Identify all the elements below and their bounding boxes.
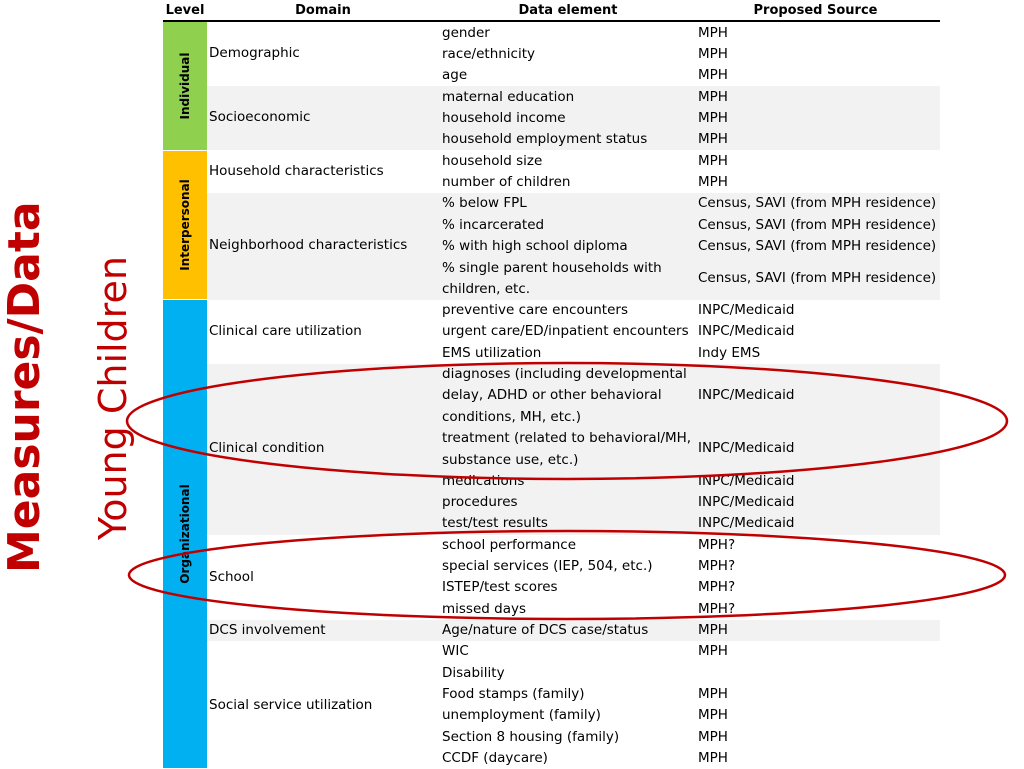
row-element: unemployment (family): [442, 707, 601, 723]
band-demographic: [207, 22, 940, 86]
row-element: Section 8 housing (family): [442, 729, 620, 745]
row-element-line2: substance use, etc.): [442, 452, 579, 468]
row-source: INPC/Medicaid: [698, 515, 795, 531]
row-source: MPH: [698, 153, 728, 169]
row-source: MPH: [698, 25, 728, 41]
row-source: INPC/Medicaid: [698, 494, 795, 510]
row-source: MPH: [698, 643, 728, 659]
row-element: procedures: [442, 494, 518, 510]
row-element: diagnoses (including developmental: [442, 366, 687, 382]
row-source: MPH: [698, 174, 728, 190]
row-source: MPH?: [698, 558, 736, 574]
domain-dcs: DCS involvement: [209, 622, 326, 638]
level-label-organizational: Organizational: [178, 484, 192, 584]
level-organizational: Organizational: [163, 300, 207, 768]
row-element: gender: [442, 25, 490, 41]
row-element: WIC: [442, 643, 469, 659]
row-source: MPH: [698, 131, 728, 147]
row-element: medications: [442, 473, 525, 489]
level-label-individual: Individual: [178, 52, 192, 120]
row-source: INPC/Medicaid: [698, 473, 795, 489]
row-element: number of children: [442, 174, 571, 190]
row-source: INPC/Medicaid: [698, 440, 795, 456]
row-element: preventive care encounters: [442, 302, 628, 318]
row-source: MPH: [698, 729, 728, 745]
header-proposed-source: Proposed Source: [753, 3, 878, 18]
row-source: MPH: [698, 707, 728, 723]
row-source: MPH: [698, 750, 728, 766]
row-element: household income: [442, 110, 566, 126]
row-element: special services (IEP, 504, etc.): [442, 558, 653, 574]
row-element: household employment status: [442, 131, 648, 147]
row-source: MPH: [698, 67, 728, 83]
domain-clinical-care: Clinical care utilization: [209, 323, 362, 339]
row-source: INPC/Medicaid: [698, 387, 795, 403]
slide-title: Measures/Data: [0, 201, 50, 573]
row-element: % incarcerated: [442, 217, 545, 233]
domain-clinical-condition: Clinical condition: [209, 440, 325, 456]
row-source: Census, SAVI (from MPH residence): [698, 238, 937, 254]
header-domain: Domain: [295, 3, 351, 18]
level-interpersonal: Interpersonal: [163, 151, 207, 299]
row-element: EMS utilization: [442, 345, 542, 361]
measures-table: Level Domain Data element Proposed Sourc…: [163, 0, 940, 768]
row-source: MPH?: [698, 579, 736, 595]
row-element: % with high school diploma: [442, 238, 628, 254]
row-element: race/ethnicity: [442, 46, 536, 62]
row-element: CCDF (daycare): [442, 750, 548, 766]
row-source: INPC/Medicaid: [698, 302, 795, 318]
row-source: MPH?: [698, 601, 736, 617]
row-source: MPH: [698, 46, 728, 62]
row-source: MPH: [698, 110, 728, 126]
row-element: Age/nature of DCS case/status: [442, 622, 649, 638]
domain-demographic: Demographic: [209, 45, 300, 61]
header-level: Level: [165, 3, 205, 18]
row-element: household size: [442, 153, 543, 169]
row-source: MPH: [698, 686, 728, 702]
row-element-line2: children, etc.: [442, 281, 531, 297]
row-element: test/test results: [442, 515, 548, 531]
row-source: Census, SAVI (from MPH residence): [698, 270, 937, 286]
row-element: % below FPL: [442, 195, 527, 211]
row-element: school performance: [442, 537, 577, 553]
domain-neighborhood: Neighborhood characteristics: [209, 237, 408, 253]
row-element: urgent care/ED/inpatient encounters: [442, 323, 689, 339]
slide-subtitle: Young Children: [91, 256, 135, 540]
row-element: Food stamps (family): [442, 686, 585, 702]
row-element: treatment (related to behavioral/MH,: [442, 430, 692, 446]
row-element: missed days: [442, 601, 526, 617]
row-source: Indy EMS: [698, 345, 761, 361]
row-source: MPH: [698, 89, 728, 105]
header-data-element: Data element: [518, 3, 618, 18]
level-individual: Individual: [163, 22, 207, 150]
row-element: maternal education: [442, 89, 575, 105]
row-source: MPH: [698, 622, 728, 638]
row-source: INPC/Medicaid: [698, 323, 795, 339]
row-source: Census, SAVI (from MPH residence): [698, 217, 937, 233]
row-element: % single parent households with: [442, 260, 662, 276]
domain-school: School: [209, 569, 254, 585]
row-element: age: [442, 67, 468, 83]
row-element-line3: conditions, MH, etc.): [442, 409, 581, 425]
row-element-line2: delay, ADHD or other behavioral: [442, 387, 662, 403]
domain-household: Household characteristics: [209, 163, 384, 179]
row-source: Census, SAVI (from MPH residence): [698, 195, 937, 211]
domain-socioeconomic: Socioeconomic: [209, 109, 311, 125]
domain-social-service: Social service utilization: [209, 697, 373, 713]
row-element: ISTEP/test scores: [442, 579, 558, 595]
level-label-interpersonal: Interpersonal: [178, 179, 192, 271]
row-element: Disability: [442, 665, 505, 681]
row-source: MPH?: [698, 537, 736, 553]
